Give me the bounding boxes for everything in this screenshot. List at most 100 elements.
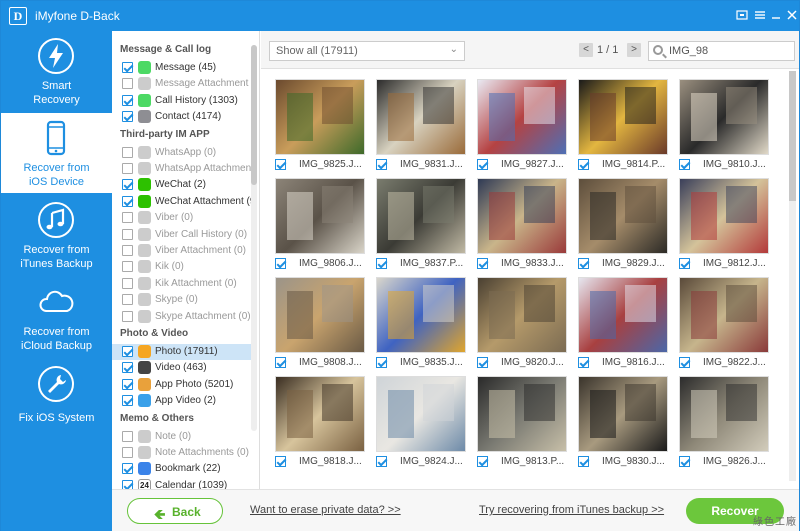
category-item[interactable]: Skype (0) <box>112 292 252 308</box>
photo-thumbnail[interactable] <box>376 79 466 155</box>
back-button[interactable]: 🡸 Back <box>127 498 223 524</box>
photo-checkbox[interactable] <box>275 357 286 368</box>
photo-thumbnail[interactable] <box>376 376 466 452</box>
page-prev-button[interactable]: < <box>579 43 593 57</box>
category-scroll-thumb[interactable] <box>251 45 257 185</box>
photo-checkbox[interactable] <box>679 159 690 170</box>
category-item[interactable]: Video (463) <box>112 360 252 376</box>
minimize-icon[interactable] <box>769 8 783 22</box>
category-checkbox[interactable] <box>122 277 133 289</box>
menu-icon[interactable] <box>753 8 767 22</box>
category-checkbox[interactable] <box>122 378 133 390</box>
category-item[interactable]: WhatsApp (0) <box>112 145 252 161</box>
photo-thumbnail[interactable] <box>578 277 668 353</box>
category-checkbox[interactable] <box>122 310 133 322</box>
photo-checkbox[interactable] <box>376 456 387 467</box>
photo-tile[interactable]: IMG_9822.J... <box>675 275 769 371</box>
photo-thumbnail[interactable] <box>679 79 769 155</box>
sidebar-item-5[interactable]: Fix iOS System <box>1 359 112 439</box>
photo-tile[interactable]: IMG_9827.J... <box>473 77 567 173</box>
photo-tile[interactable]: IMG_9830.J... <box>574 374 668 470</box>
category-checkbox[interactable] <box>122 179 133 191</box>
grid-scroll-thumb[interactable] <box>789 71 796 201</box>
filter-dropdown[interactable]: Show all (17911) ⌄ <box>269 41 465 61</box>
photo-checkbox[interactable] <box>376 357 387 368</box>
category-item[interactable]: Photo (17911) <box>112 344 252 360</box>
category-item[interactable]: Note (0) <box>112 429 252 445</box>
category-checkbox[interactable] <box>122 261 133 273</box>
category-checkbox[interactable] <box>122 146 133 158</box>
category-checkbox[interactable] <box>122 362 133 374</box>
category-checkbox[interactable] <box>122 212 133 224</box>
photo-checkbox[interactable] <box>679 258 690 269</box>
category-item[interactable]: Message Attachment (0) <box>112 76 252 92</box>
photo-tile[interactable]: IMG_9808.J... <box>271 275 365 371</box>
photo-tile[interactable]: IMG_9818.J... <box>271 374 365 470</box>
photo-tile[interactable]: IMG_9810.J... <box>675 77 769 173</box>
photo-checkbox[interactable] <box>578 159 589 170</box>
photo-tile[interactable]: IMG_9831.J... <box>372 77 466 173</box>
photo-thumbnail[interactable] <box>578 79 668 155</box>
category-checkbox[interactable] <box>122 430 133 442</box>
photo-checkbox[interactable] <box>477 258 488 269</box>
category-checkbox[interactable] <box>122 294 133 306</box>
photo-checkbox[interactable] <box>275 456 286 467</box>
photo-tile[interactable]: IMG_9829.J... <box>574 176 668 272</box>
category-item[interactable]: Bookmark (22) <box>112 461 252 477</box>
photo-thumbnail[interactable] <box>578 376 668 452</box>
photo-tile[interactable]: IMG_9824.J... <box>372 374 466 470</box>
category-item[interactable]: Message (45) <box>112 60 252 76</box>
category-item[interactable]: Contact (4174) <box>112 109 252 125</box>
photo-checkbox[interactable] <box>578 456 589 467</box>
category-checkbox[interactable] <box>122 395 133 407</box>
photo-thumbnail[interactable] <box>679 277 769 353</box>
category-item[interactable]: Viber Call History (0) <box>112 227 252 243</box>
category-checkbox[interactable] <box>122 346 133 357</box>
photo-tile[interactable]: IMG_9806.J... <box>271 176 365 272</box>
photo-checkbox[interactable] <box>578 258 589 269</box>
photo-thumbnail[interactable] <box>679 178 769 254</box>
photo-tile[interactable]: IMG_9835.J... <box>372 275 466 371</box>
photo-checkbox[interactable] <box>477 159 488 170</box>
category-item[interactable]: Kik Attachment (0) <box>112 276 252 292</box>
category-checkbox[interactable] <box>122 447 133 458</box>
category-item[interactable]: Viber Attachment (0) <box>112 243 252 259</box>
photo-checkbox[interactable] <box>376 258 387 269</box>
erase-data-link[interactable]: Want to erase private data? >> <box>250 504 401 516</box>
category-item[interactable]: Kik (0) <box>112 259 252 275</box>
category-checkbox[interactable] <box>122 228 133 240</box>
photo-checkbox[interactable] <box>477 456 488 467</box>
category-checkbox[interactable] <box>122 245 133 256</box>
category-checkbox[interactable] <box>122 94 133 106</box>
photo-thumbnail[interactable] <box>679 376 769 452</box>
sidebar-item-4[interactable]: Recover from iCloud Backup <box>1 277 112 357</box>
photo-thumbnail[interactable] <box>275 277 365 353</box>
category-checkbox[interactable] <box>122 463 133 475</box>
page-next-button[interactable]: > <box>627 43 641 57</box>
photo-thumbnail[interactable] <box>275 376 365 452</box>
category-item[interactable]: WhatsApp Attachment (0) <box>112 161 252 177</box>
photo-tile[interactable]: IMG_9825.J... <box>271 77 365 173</box>
category-item[interactable]: Note Attachments (0) <box>112 445 252 461</box>
photo-tile[interactable]: IMG_9826.J... <box>675 374 769 470</box>
category-item[interactable]: App Photo (5201) <box>112 377 252 393</box>
search-input[interactable]: IMG_98 <box>648 41 795 61</box>
photo-thumbnail[interactable] <box>477 178 567 254</box>
photo-thumbnail[interactable] <box>275 79 365 155</box>
sidebar-item-2[interactable]: Recover from iOS Device <box>1 113 112 193</box>
itunes-backup-link[interactable]: Try recovering from iTunes backup >> <box>479 504 664 516</box>
category-checkbox[interactable] <box>122 78 133 90</box>
category-item[interactable]: App Video (2) <box>112 393 252 409</box>
category-checkbox[interactable] <box>122 111 133 123</box>
photo-checkbox[interactable] <box>679 456 690 467</box>
photo-thumbnail[interactable] <box>376 178 466 254</box>
category-checkbox[interactable] <box>122 195 133 207</box>
category-item[interactable]: WeChat Attachment (9) <box>112 194 252 210</box>
photo-tile[interactable]: IMG_9816.J... <box>574 275 668 371</box>
photo-tile[interactable]: IMG_9814.P... <box>574 77 668 173</box>
photo-thumbnail[interactable] <box>578 178 668 254</box>
category-checkbox[interactable] <box>122 163 133 174</box>
photo-tile[interactable]: IMG_9820.J... <box>473 275 567 371</box>
photo-checkbox[interactable] <box>275 258 286 269</box>
category-item[interactable]: Skype Attachment (0) <box>112 309 252 325</box>
